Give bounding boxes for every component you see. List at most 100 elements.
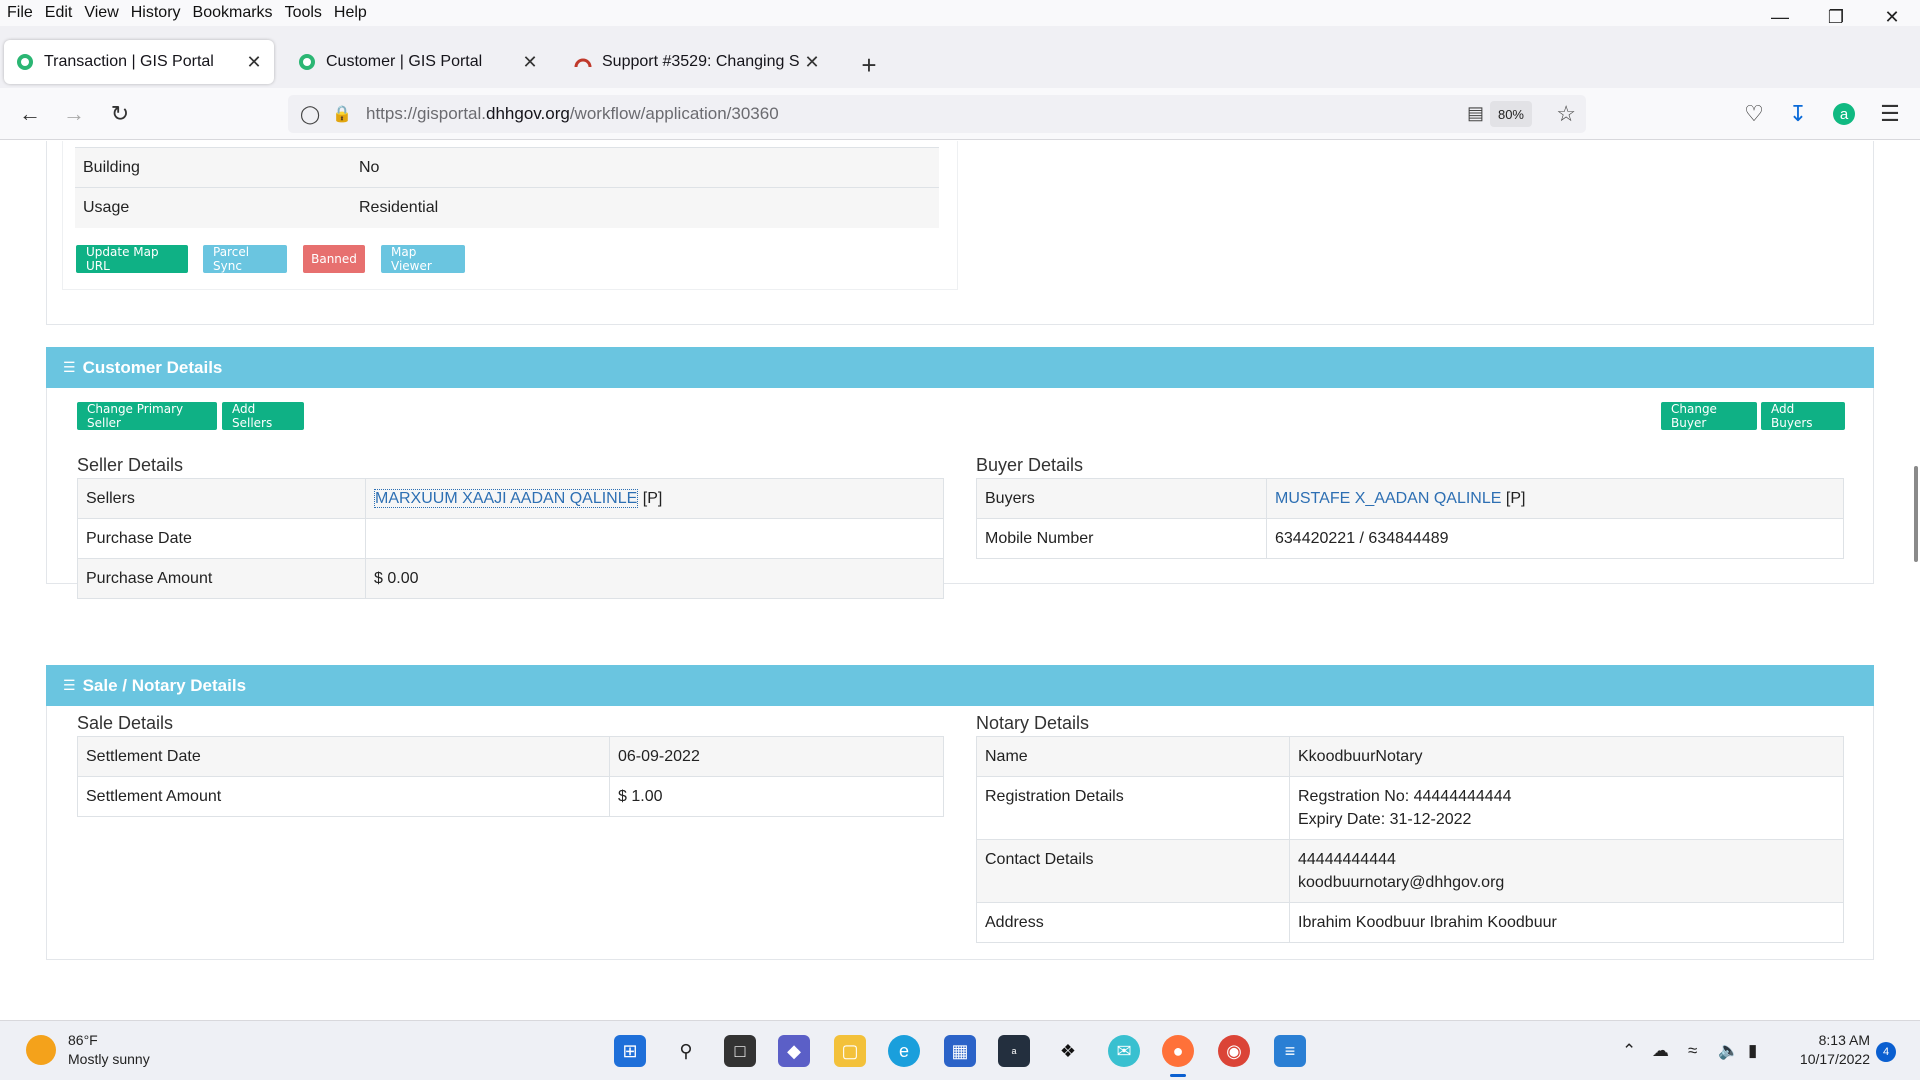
- menu-edit[interactable]: Edit: [39, 4, 79, 22]
- pocket-icon[interactable]: ♡: [1738, 98, 1770, 130]
- menu-help[interactable]: Help: [328, 4, 373, 22]
- menu-bookmarks[interactable]: Bookmarks: [187, 4, 279, 22]
- forward-icon[interactable]: →: [58, 98, 90, 130]
- contact-email: koodbuurnotary@dhhgov.org: [1298, 874, 1505, 891]
- date: 10/17/2022: [1799, 1051, 1870, 1067]
- account-icon[interactable]: a: [1828, 98, 1860, 130]
- back-icon[interactable]: ←: [14, 98, 46, 130]
- dropbox-icon[interactable]: ❖: [1052, 1035, 1084, 1067]
- seller-details-title: Seller Details: [77, 455, 184, 475]
- map-viewer-button[interactable]: Map Viewer: [381, 245, 465, 273]
- notepad-icon[interactable]: ≡: [1274, 1035, 1306, 1067]
- seller-name-link[interactable]: MARXUUM XAAJI AADAN QALINLE: [374, 488, 639, 508]
- temperature: 86°F: [68, 1032, 98, 1048]
- tab-bar: Transaction | GIS Portal ✕ Customer | GI…: [0, 26, 1920, 88]
- battery-icon[interactable]: ▮: [1748, 1041, 1757, 1061]
- menu-history[interactable]: History: [125, 4, 187, 22]
- table-row: Address Ibrahim Koodbuur Ibrahim Koodbuu…: [976, 902, 1844, 943]
- zoom-level[interactable]: 80%: [1489, 101, 1532, 127]
- hamburger-menu-icon[interactable]: ☰: [1874, 98, 1906, 130]
- contact-details-label: Contact Details: [976, 839, 1290, 903]
- tab-customer[interactable]: Customer | GIS Portal ✕: [286, 40, 550, 84]
- seller-details-table: Sellers MARXUUM XAAJI AADAN QALINLE [P] …: [77, 478, 944, 599]
- mobile-number-value: 634420221 / 634844489: [1266, 518, 1844, 559]
- notary-name-value: KkoodbuurNotary: [1289, 736, 1844, 777]
- tab-transaction[interactable]: Transaction | GIS Portal ✕: [4, 40, 274, 84]
- registration-details-value: Regstration No: 44444444444 Expiry Date:…: [1289, 776, 1844, 840]
- weather-widget[interactable]: 86°F Mostly sunny: [26, 1031, 150, 1069]
- weather-condition: Mostly sunny: [68, 1051, 150, 1067]
- chrome-icon[interactable]: ◉: [1218, 1035, 1250, 1067]
- purchase-date-value: [365, 518, 944, 559]
- volume-icon[interactable]: 🔈: [1718, 1041, 1739, 1061]
- sale-details-title: Sale Details: [77, 713, 174, 733]
- menu-tools[interactable]: Tools: [279, 4, 328, 22]
- bookmark-star-icon[interactable]: ☆: [1556, 101, 1576, 127]
- notary-details-title: Notary Details: [976, 713, 1090, 733]
- teams-chat-icon[interactable]: ◆: [778, 1035, 810, 1067]
- building-value: No: [351, 147, 939, 188]
- notary-details-table: Name KkoodbuurNotary Registration Detail…: [976, 736, 1844, 943]
- sellers-label: Sellers: [77, 478, 366, 519]
- lock-icon[interactable]: 🔒: [332, 104, 352, 124]
- new-tab-icon[interactable]: +: [855, 50, 883, 81]
- table-row: Usage Residential: [75, 187, 939, 228]
- tab-close-icon[interactable]: ✕: [800, 50, 824, 74]
- reload-icon[interactable]: ↻: [104, 98, 136, 130]
- parcel-sync-button[interactable]: Parcel Sync: [203, 245, 287, 273]
- update-map-url-button[interactable]: Update Map URL: [76, 245, 188, 273]
- wifi-icon[interactable]: ≈: [1688, 1041, 1697, 1061]
- tab-close-icon[interactable]: ✕: [242, 50, 266, 74]
- banned-button[interactable]: Banned: [303, 245, 365, 273]
- parcel-card: Building No Usage Residential Update Map…: [46, 141, 1874, 325]
- table-row: Purchase Date: [77, 518, 944, 559]
- firefox-icon[interactable]: ●: [1162, 1035, 1194, 1077]
- registration-details-label: Registration Details: [976, 776, 1290, 840]
- add-buyers-button[interactable]: Add Buyers: [1761, 402, 1845, 430]
- search-icon[interactable]: ⚲: [670, 1035, 702, 1067]
- sale-notary-header: ☰ Sale / Notary Details: [46, 665, 1874, 706]
- edge-browser-icon[interactable]: e: [888, 1035, 920, 1067]
- url-bar[interactable]: ◯ 🔒 https://gisportal.dhhgov.org/workflo…: [288, 95, 1586, 133]
- expiry-date: Expiry Date: 31-12-2022: [1298, 811, 1472, 828]
- notary-name-label: Name: [976, 736, 1290, 777]
- change-buyer-button[interactable]: Change Buyer: [1661, 402, 1757, 430]
- change-primary-seller-button[interactable]: Change Primary Seller: [77, 402, 217, 430]
- time: 8:13 AM: [1818, 1032, 1870, 1048]
- address-value: Ibrahim Koodbuur Ibrahim Koodbuur: [1289, 902, 1844, 943]
- downloads-icon[interactable]: ↧: [1782, 98, 1814, 130]
- tab-close-icon[interactable]: ✕: [518, 50, 542, 74]
- buyer-name-link[interactable]: MUSTAFE X_AADAN QALINLE: [1275, 490, 1501, 507]
- clock[interactable]: 8:13 AM 10/17/2022: [1778, 1031, 1870, 1069]
- shield-icon[interactable]: ◯: [300, 104, 320, 125]
- sale-details-table: Settlement Date 06-09-2022 Settlement Am…: [77, 736, 944, 817]
- table-row: Building No: [75, 147, 939, 188]
- notification-badge[interactable]: 4: [1876, 1042, 1896, 1062]
- show-hidden-icons-chevron-icon[interactable]: ⌃: [1622, 1041, 1636, 1061]
- sale-notary-title: Sale / Notary Details: [82, 675, 247, 695]
- reader-view-icon[interactable]: ▤: [1467, 103, 1484, 124]
- settlement-date-label: Settlement Date: [77, 736, 610, 777]
- table-row: Contact Details 44444444444 koodbuurnota…: [976, 839, 1844, 903]
- purchase-date-label: Purchase Date: [77, 518, 366, 559]
- messaging-app-icon[interactable]: ✉: [1108, 1035, 1140, 1067]
- onedrive-cloud-icon[interactable]: ☁: [1652, 1041, 1669, 1061]
- amazon-icon[interactable]: a: [998, 1035, 1030, 1067]
- task-view-icon[interactable]: □: [724, 1035, 756, 1067]
- parcel-panel: Building No Usage Residential Update Map…: [62, 141, 958, 290]
- tab-support[interactable]: Support #3529: Changing Seller ✕: [562, 40, 832, 84]
- parcel-table: Building No Usage Residential: [75, 147, 939, 228]
- file-explorer-icon[interactable]: ▢: [834, 1035, 866, 1067]
- windows-start-icon[interactable]: ⊞: [614, 1035, 646, 1067]
- menu-file[interactable]: File: [0, 4, 39, 22]
- vertical-scrollbar[interactable]: [1914, 466, 1918, 562]
- microsoft-store-icon[interactable]: ▦: [944, 1035, 976, 1067]
- contact-details-value: 44444444444 koodbuurnotary@dhhgov.org: [1289, 839, 1844, 903]
- sellers-value: MARXUUM XAAJI AADAN QALINLE [P]: [365, 478, 944, 519]
- menu-view[interactable]: View: [78, 4, 124, 22]
- purchase-amount-value: $ 0.00: [365, 558, 944, 599]
- tab-title: Customer | GIS Portal: [326, 53, 483, 70]
- list-icon: ☰: [63, 677, 76, 693]
- add-sellers-button[interactable]: Add Sellers: [222, 402, 304, 430]
- url-text[interactable]: https://gisportal.dhhgov.org/workflow/ap…: [366, 104, 779, 124]
